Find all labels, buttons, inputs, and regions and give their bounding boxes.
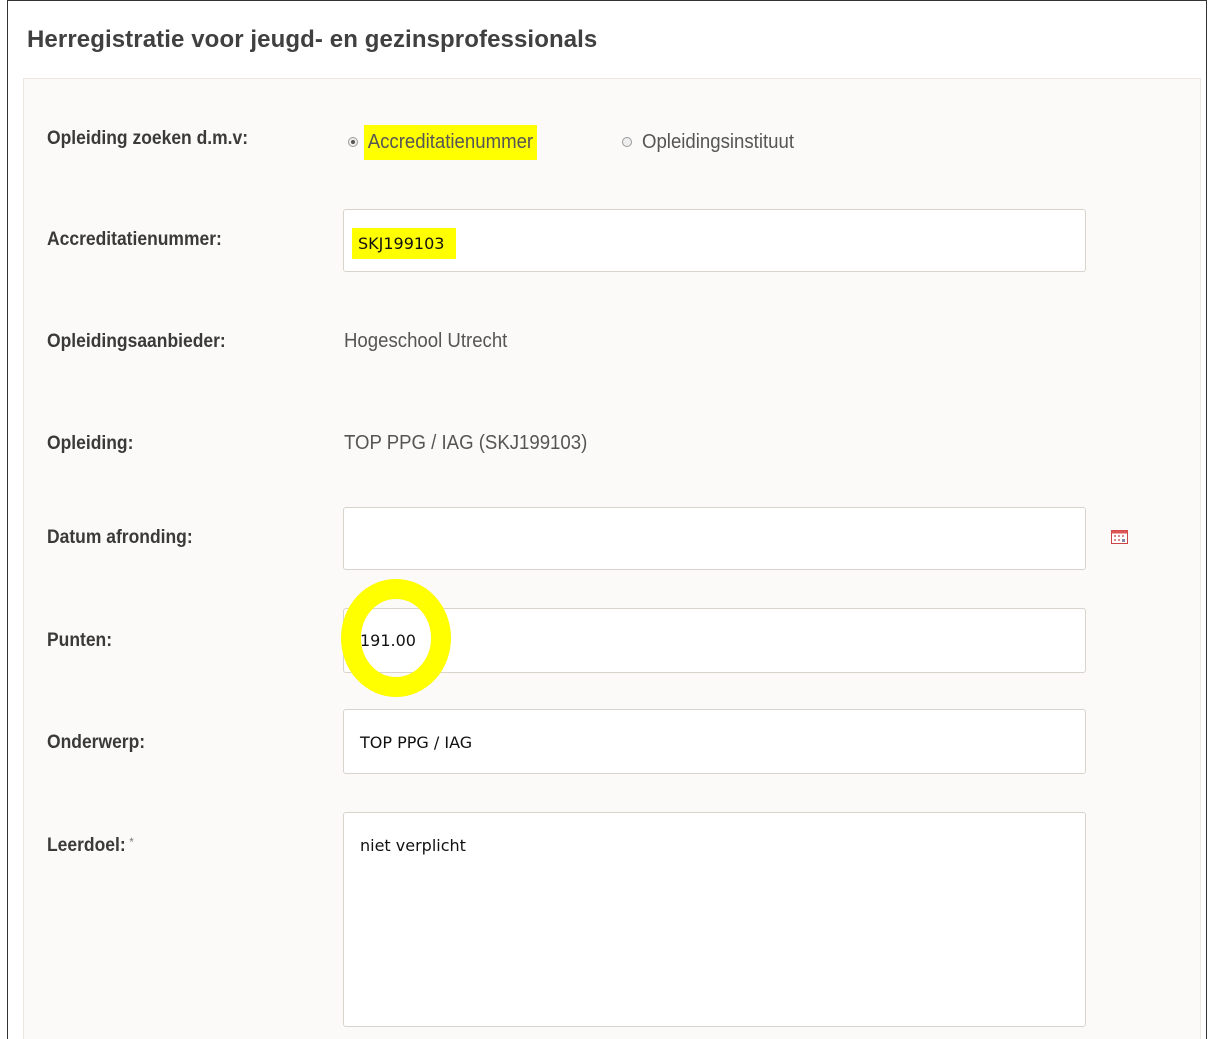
completion-date-input[interactable]	[343, 507, 1086, 570]
search-by-label: Opleiding zoeken d.m.v:	[47, 128, 249, 149]
provider-value: Hogeschool Utrecht	[344, 330, 508, 352]
learning-goal-label: Leerdoel: *	[47, 835, 134, 857]
completion-date-label: Datum afronding:	[47, 527, 193, 548]
training-value: TOP PPG / IAG (SKJ199103)	[344, 432, 588, 454]
radio-unchecked-icon[interactable]	[621, 137, 632, 147]
search-by-radio-group: Accreditatienummer Opleidingsinstituut	[348, 124, 805, 160]
page-title: Herregistratie voor jeugd- en gezinsprof…	[27, 26, 598, 53]
radio-checked-icon[interactable]	[348, 137, 358, 147]
learning-goal-label-text: Leerdoel:	[47, 835, 126, 856]
radio-opleidingsinstituut[interactable]: Opleidingsinstituut	[621, 131, 805, 154]
accreditation-number-label: Accreditatienummer:	[47, 229, 222, 250]
subject-input[interactable]	[343, 709, 1086, 774]
radio-opleidingsinstituut-label[interactable]: Opleidingsinstituut	[642, 131, 794, 154]
calendar-icon[interactable]	[1111, 530, 1128, 544]
points-input[interactable]	[343, 608, 1086, 673]
subject-label: Onderwerp:	[47, 732, 146, 753]
learning-goal-textarea[interactable]	[343, 812, 1086, 1027]
points-label: Punten:	[47, 630, 113, 651]
provider-label: Opleidingsaanbieder:	[47, 331, 226, 352]
radio-accreditatienummer-label[interactable]: Accreditatienummer	[364, 124, 537, 160]
training-label: Opleiding:	[47, 433, 134, 454]
radio-accreditatienummer[interactable]: Accreditatienummer	[348, 124, 550, 160]
accreditation-number-input[interactable]	[343, 209, 1086, 272]
required-marker: *	[129, 835, 134, 849]
